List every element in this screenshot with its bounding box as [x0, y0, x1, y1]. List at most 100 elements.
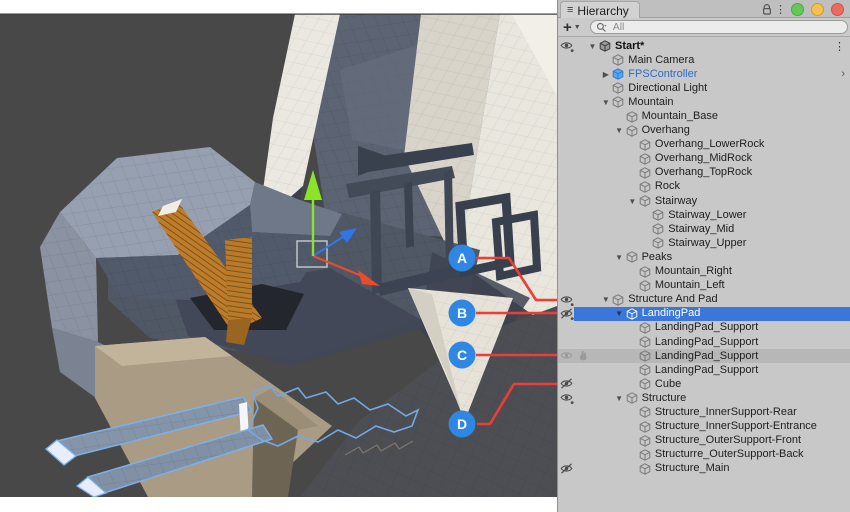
hierarchy-row-overhang[interactable]: ▼ Overhang [558, 124, 850, 138]
bottom-margin [0, 497, 557, 512]
top-margin [0, 0, 557, 14]
kebab-menu-icon[interactable]: ⋮ [775, 0, 786, 18]
green-light[interactable] [791, 3, 804, 16]
unlock-icon[interactable] [762, 0, 772, 18]
hierarchy-row-stairway-lower[interactable]: Stairway_Lower [558, 208, 850, 222]
row-label: Overhang_MidRock [655, 152, 752, 164]
row-label: LandingPad_Support [655, 364, 758, 376]
hierarchy-row-mountain-base[interactable]: Mountain_Base [558, 109, 850, 123]
hierarchy-row-structurre-outersupport-back[interactable]: Structurre_OuterSupport-Back [558, 448, 850, 462]
dropdown-caret-icon: ▼ [574, 24, 581, 31]
callout-letter-d: D [457, 416, 467, 432]
expander-open-icon[interactable]: ▼ [626, 197, 639, 206]
row-label: Overhang_TopRock [655, 166, 752, 178]
hierarchy-row-structure-innersupport-entrance[interactable]: Structure_InnerSupport-Entrance [558, 420, 850, 434]
hierarchy-row-peaks[interactable]: ▼ Peaks [558, 250, 850, 264]
callout-letter-b: B [457, 305, 467, 321]
hierarchy-row-structure-innersupport-rear[interactable]: Structure_InnerSupport-Rear [558, 405, 850, 419]
hierarchy-tree: ▼ Start* ⋮ Main Camera ▶ FPSController › D… [558, 37, 850, 512]
gameobject-cube-icon [639, 435, 652, 447]
expander-closed-icon[interactable]: ▶ [599, 70, 612, 79]
gameobject-cube-icon [626, 111, 639, 123]
hierarchy-row-main-camera[interactable]: Main Camera [558, 53, 850, 67]
hierarchy-row-cube[interactable]: Cube [558, 377, 850, 391]
prefab-cube-icon [612, 68, 625, 80]
hierarchy-row-structure-outersupport-front[interactable]: Structure_OuterSupport-Front [558, 434, 850, 448]
hierarchy-row-directional-light[interactable]: Directional Light [558, 81, 850, 95]
expander-open-icon[interactable]: ▼ [599, 98, 612, 107]
scene-view[interactable]: A B C D [0, 0, 557, 512]
expander-open-icon[interactable]: ▼ [613, 309, 626, 318]
gameobject-cube-icon [639, 406, 652, 418]
chevron-right-icon[interactable]: › [841, 67, 845, 81]
gameobject-cube-icon [639, 449, 652, 461]
hierarchy-row-stairway[interactable]: ▼ Stairway [558, 194, 850, 208]
gameobject-cube-icon [612, 54, 625, 66]
hierarchy-row-stairway-mid[interactable]: Stairway_Mid [558, 222, 850, 236]
row-label: LandingPad_Support [655, 321, 758, 333]
row-label: Rock [655, 180, 680, 192]
hierarchy-row-mountain-left[interactable]: Mountain_Left [558, 279, 850, 293]
callout-letter-a: A [457, 250, 467, 266]
tab-hierarchy[interactable]: ≡ Hierarchy [560, 1, 640, 19]
gameobject-cube-icon [652, 209, 665, 221]
row-kebab-menu-icon[interactable]: ⋮ [834, 39, 845, 53]
hierarchy-tab-bar: ≡ Hierarchy ⋮ [558, 0, 850, 18]
row-label: Main Camera [628, 54, 694, 66]
hierarchy-row-mountain-right[interactable]: Mountain_Right [558, 265, 850, 279]
hierarchy-row-stairway-upper[interactable]: Stairway_Upper [558, 236, 850, 250]
row-label: Cube [655, 378, 681, 390]
hierarchy-row-rock[interactable]: Rock [558, 180, 850, 194]
row-label: LandingPad_Support [655, 350, 758, 362]
gameobject-cube-icon [639, 280, 652, 292]
panel-list-icon: ≡ [567, 5, 573, 16]
hierarchy-row-overhang-toprock[interactable]: Overhang_TopRock [558, 166, 850, 180]
hierarchy-row-structure[interactable]: ▼ Structure [558, 391, 850, 405]
visibility-eye-icon-off[interactable] [560, 463, 574, 479]
hierarchy-row-structure-main[interactable]: Structure_Main [558, 462, 850, 476]
hierarchy-toolbar: + ▼ [558, 18, 850, 37]
expander-open-icon[interactable]: ▼ [599, 295, 612, 304]
hierarchy-row-landingpad-support[interactable]: LandingPad_Support [558, 363, 850, 377]
gameobject-cube-icon [612, 294, 625, 306]
row-label: Stairway_Upper [668, 237, 746, 249]
hierarchy-row-fpscontroller[interactable]: ▶ FPSController › [558, 67, 850, 81]
hierarchy-row-overhang-midrock[interactable]: Overhang_MidRock [558, 152, 850, 166]
row-label: Overhang_LowerRock [655, 138, 764, 150]
expander-open-icon[interactable]: ▼ [613, 394, 626, 403]
row-label: Mountain [628, 96, 673, 108]
window-lights [791, 0, 844, 18]
row-label: Directional Light [628, 82, 707, 94]
hierarchy-row-start-[interactable]: ▼ Start* ⋮ [558, 39, 850, 53]
gameobject-cube-icon [639, 336, 652, 348]
expander-open-icon[interactable]: ▼ [613, 253, 626, 262]
hierarchy-row-landingpad-support[interactable]: LandingPad_Support [558, 349, 850, 363]
expander-open-icon[interactable]: ▼ [613, 126, 626, 135]
gameobject-cube-icon [639, 181, 652, 193]
gameobject-cube-icon [639, 139, 652, 151]
gameobject-cube-icon [626, 308, 639, 320]
gameobject-cube-icon [626, 392, 639, 404]
gameobject-cube-icon [639, 421, 652, 433]
row-label: FPSController [628, 68, 697, 80]
gameobject-cube-icon [626, 251, 639, 263]
gameobject-cube-icon [639, 266, 652, 278]
hierarchy-row-landingpad[interactable]: ▼ LandingPad [558, 307, 850, 321]
red-light[interactable] [831, 3, 844, 16]
hierarchy-row-landingpad-support[interactable]: LandingPad_Support [558, 335, 850, 349]
hierarchy-row-landingpad-support[interactable]: LandingPad_Support [558, 321, 850, 335]
row-label: LandingPad [642, 307, 701, 319]
hierarchy-row-structure-and-pad[interactable]: ▼ Structure And Pad [558, 293, 850, 307]
row-label: Structure And Pad [628, 293, 717, 305]
search-input[interactable] [611, 20, 815, 34]
expander-open-icon[interactable]: ▼ [586, 42, 599, 51]
hierarchy-row-mountain[interactable]: ▼ Mountain [558, 95, 850, 109]
row-label: Mountain_Base [642, 110, 718, 122]
search-field[interactable] [590, 20, 848, 34]
yellow-light[interactable] [811, 3, 824, 16]
add-object-button[interactable]: + ▼ [563, 20, 581, 35]
gameobject-cube-icon [612, 82, 625, 94]
callout-letter-c: C [457, 347, 467, 363]
gameobject-cube-icon [639, 195, 652, 207]
hierarchy-row-overhang-lowerrock[interactable]: Overhang_LowerRock [558, 138, 850, 152]
